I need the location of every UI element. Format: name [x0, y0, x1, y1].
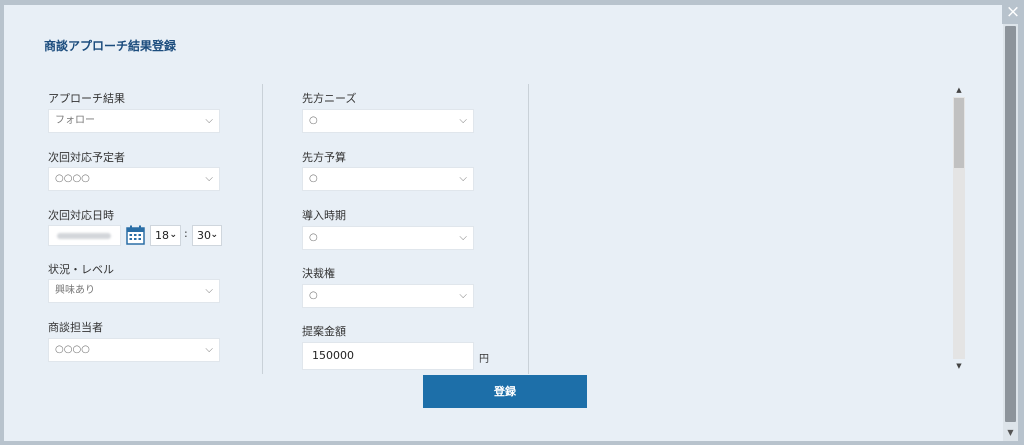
- authority-select[interactable]: ○ ⌵: [302, 284, 474, 308]
- close-icon: ×: [1005, 2, 1021, 22]
- next-assignee-label: 次回対応予定者: [48, 151, 125, 164]
- approach-result-value: フォロー: [55, 115, 95, 126]
- chevron-down-icon: ⌵: [205, 173, 213, 184]
- time-separator: :: [184, 227, 188, 240]
- needs-select[interactable]: ○ ⌵: [302, 109, 474, 133]
- calendar-icon[interactable]: [126, 225, 145, 245]
- date-input[interactable]: [48, 225, 121, 246]
- amount-label: 提案金額: [302, 325, 346, 338]
- timing-select[interactable]: ○ ⌵: [302, 226, 474, 250]
- chevron-down-icon: ⌵: [459, 290, 467, 301]
- chevron-down-icon: ⌄: [169, 230, 177, 240]
- submit-button[interactable]: 登録: [423, 375, 587, 408]
- next-assignee-value: ○○○○: [55, 173, 90, 184]
- needs-value: ○: [309, 115, 318, 126]
- page-scrollbar[interactable]: ▼: [1003, 24, 1018, 441]
- chevron-down-icon: ⌵: [205, 115, 213, 126]
- scroll-down-arrow-icon[interactable]: ▼: [1003, 427, 1018, 439]
- next-assignee-select[interactable]: ○○○○ ⌵: [48, 167, 220, 191]
- minute-select[interactable]: 30 ⌄: [192, 225, 222, 246]
- page-title: 商談アプローチ結果登録: [44, 39, 177, 53]
- amount-input[interactable]: 150000: [302, 342, 474, 370]
- needs-label: 先方ニーズ: [302, 92, 357, 105]
- chevron-down-icon: ⌵: [205, 285, 213, 296]
- column-divider: [262, 84, 263, 374]
- sales-rep-value: ○○○○: [55, 344, 90, 355]
- page-scrollbar-thumb[interactable]: [1005, 26, 1016, 422]
- hour-select[interactable]: 18 ⌄: [150, 225, 181, 246]
- chevron-down-icon: ⌄: [210, 230, 218, 240]
- status-level-label: 状況・レベル: [48, 263, 114, 276]
- budget-label: 先方予算: [302, 151, 346, 164]
- approach-result-label: アプローチ結果: [48, 92, 125, 105]
- budget-select[interactable]: ○ ⌵: [302, 167, 474, 191]
- status-level-select[interactable]: 興味あり ⌵: [48, 279, 220, 303]
- chevron-down-icon: ⌵: [459, 232, 467, 243]
- scroll-down-arrow-icon[interactable]: ▼: [953, 360, 965, 372]
- minute-value: 30: [197, 229, 211, 242]
- timing-value: ○: [309, 232, 318, 243]
- authority-label: 決裁権: [302, 267, 335, 280]
- hour-value: 18: [155, 229, 169, 242]
- sales-rep-select[interactable]: ○○○○ ⌵: [48, 338, 220, 362]
- column-divider: [528, 84, 529, 374]
- authority-value: ○: [309, 290, 318, 301]
- scroll-up-arrow-icon[interactable]: ▲: [953, 84, 965, 96]
- chevron-down-icon: ⌵: [459, 115, 467, 126]
- status-level-value: 興味あり: [55, 285, 95, 296]
- budget-value: ○: [309, 173, 318, 184]
- yen-unit: 円: [479, 354, 489, 365]
- timing-label: 導入時期: [302, 209, 346, 222]
- close-button[interactable]: ×: [1002, 0, 1024, 24]
- chevron-down-icon: ⌵: [459, 173, 467, 184]
- approach-result-select[interactable]: フォロー ⌵: [48, 109, 220, 133]
- chevron-down-icon: ⌵: [205, 344, 213, 355]
- sales-rep-label: 商談担当者: [48, 321, 103, 334]
- form-scrollbar-thumb[interactable]: [954, 98, 964, 168]
- blurred-date-value: [57, 233, 111, 239]
- next-datetime-label: 次回対応日時: [48, 209, 114, 222]
- form-scrollbar[interactable]: ▲ ▼: [953, 84, 965, 372]
